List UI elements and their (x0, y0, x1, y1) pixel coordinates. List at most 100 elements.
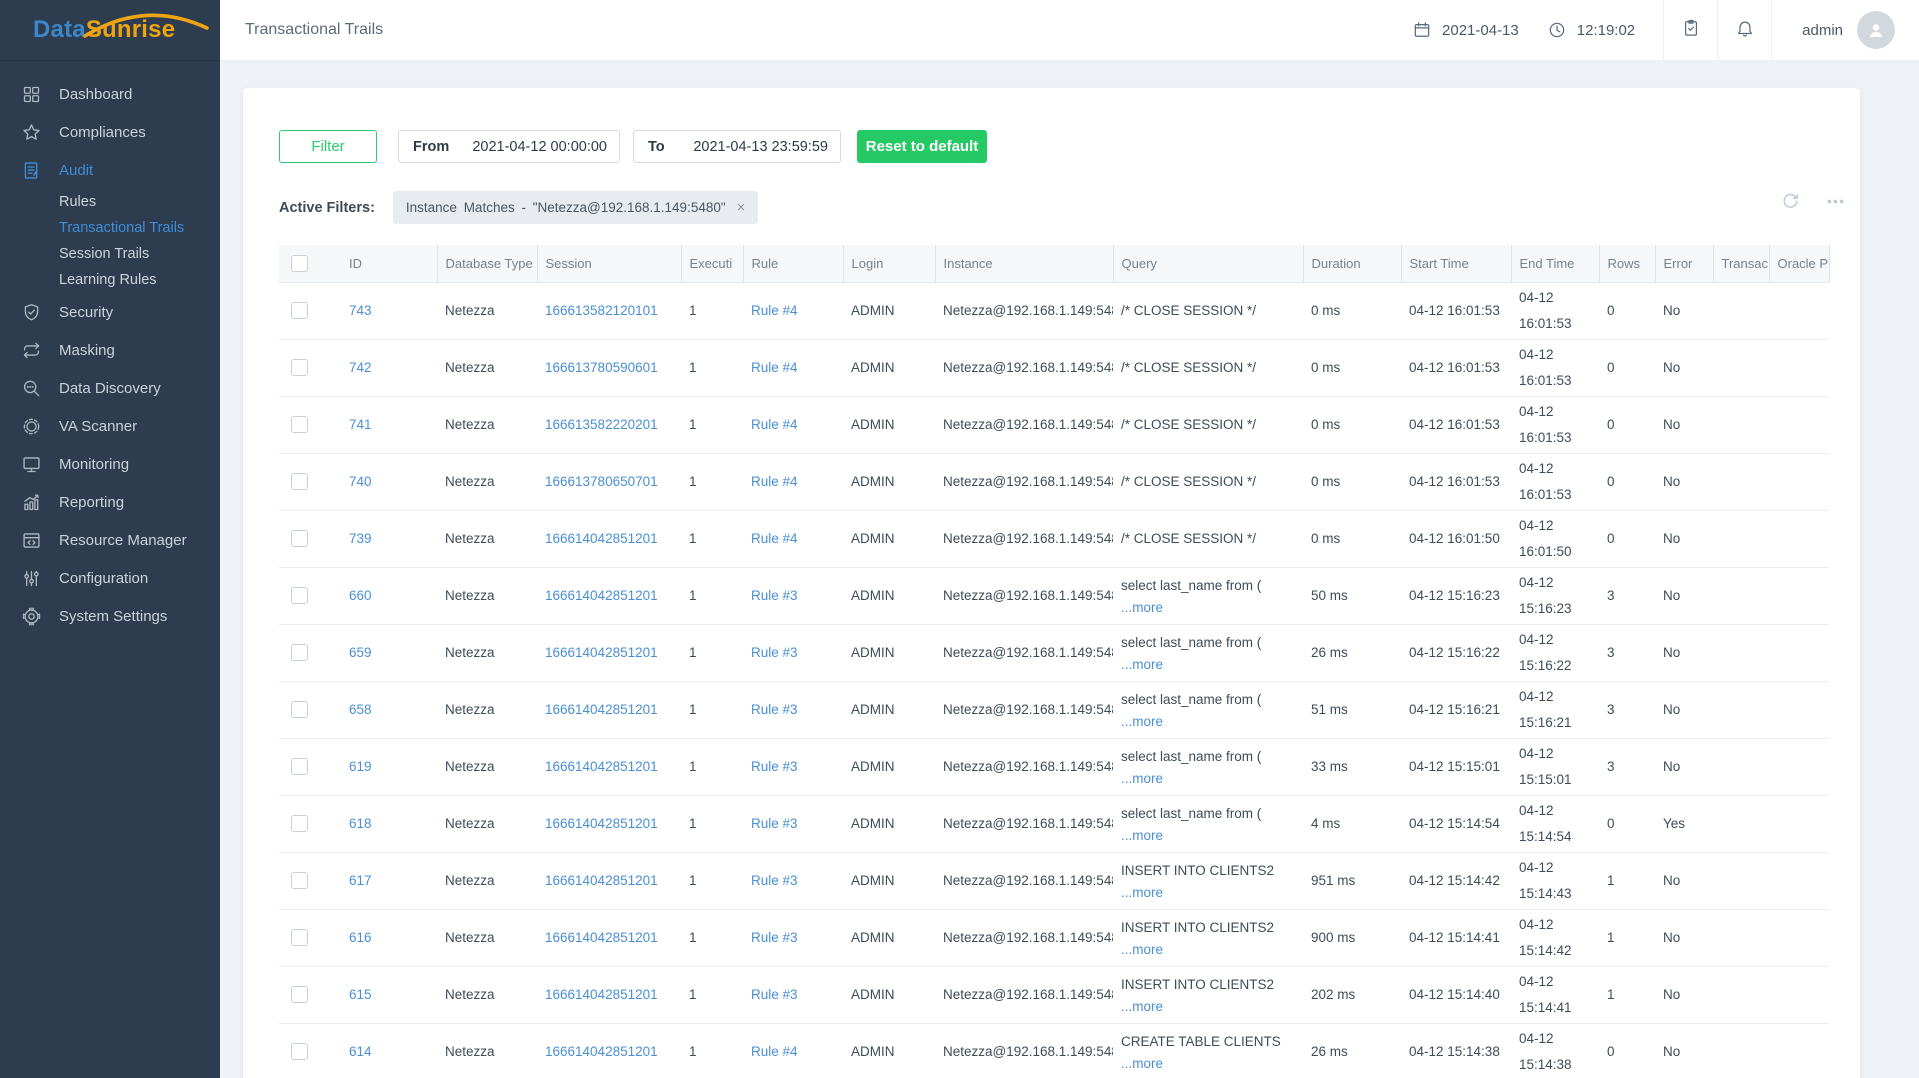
session-link[interactable]: 166613780590601 (545, 360, 658, 375)
column-header-database-type[interactable]: Database Type (436, 245, 537, 282)
session-link[interactable]: 166613582220201 (545, 417, 658, 432)
filter-button[interactable]: Filter (279, 130, 377, 163)
trail-id-link[interactable]: 659 (349, 645, 372, 660)
logo[interactable]: DataSunrise (0, 0, 220, 61)
query-more-link[interactable]: ...more (1121, 712, 1295, 732)
sidebar-item-masking[interactable]: Masking (0, 331, 220, 369)
session-link[interactable]: 166613582120101 (545, 303, 658, 318)
session-link[interactable]: 166614042851201 (545, 1044, 658, 1059)
user-menu[interactable]: admin (1771, 0, 1919, 61)
rule-link[interactable]: Rule #4 (751, 531, 798, 546)
query-more-link[interactable]: ...more (1121, 1054, 1295, 1074)
row-checkbox[interactable] (291, 815, 308, 832)
rule-link[interactable]: Rule #4 (751, 417, 798, 432)
column-header-login[interactable]: Login (842, 245, 935, 282)
session-link[interactable]: 166613780650701 (545, 474, 658, 489)
column-header-instance[interactable]: Instance (934, 245, 1113, 282)
query-more-link[interactable]: ...more (1121, 997, 1295, 1017)
select-all-checkbox[interactable] (291, 254, 308, 272)
column-header-error[interactable]: Error (1654, 245, 1713, 282)
from-date-input[interactable]: From 2021-04-12 00:00:00 (398, 130, 620, 163)
rule-link[interactable]: Rule #4 (751, 1044, 798, 1059)
column-header-transac[interactable]: Transac (1712, 245, 1769, 282)
session-link[interactable]: 166614042851201 (545, 702, 658, 717)
column-header-id[interactable]: ID (341, 245, 437, 282)
trail-id-link[interactable]: 617 (349, 873, 372, 888)
row-checkbox[interactable] (291, 929, 308, 946)
trail-id-link[interactable]: 619 (349, 759, 372, 774)
trail-id-link[interactable]: 739 (349, 531, 372, 546)
sidebar-item-va-scanner[interactable]: VA Scanner (0, 407, 220, 445)
trail-id-link[interactable]: 742 (349, 360, 372, 375)
sidebar-item-data-discovery[interactable]: Data Discovery (0, 369, 220, 407)
session-link[interactable]: 166614042851201 (545, 930, 658, 945)
trail-id-link[interactable]: 660 (349, 588, 372, 603)
sidebar-item-configuration[interactable]: Configuration (0, 559, 220, 597)
row-checkbox[interactable] (291, 758, 308, 775)
rule-link[interactable]: Rule #3 (751, 645, 798, 660)
sidebar-subitem-transactional-trails[interactable]: Transactional Trails (0, 215, 220, 241)
rule-link[interactable]: Rule #4 (751, 474, 798, 489)
session-link[interactable]: 166614042851201 (545, 873, 658, 888)
rule-link[interactable]: Rule #3 (751, 987, 798, 1002)
column-header-rule[interactable]: Rule (742, 245, 843, 282)
sidebar-item-security[interactable]: Security (0, 293, 220, 331)
row-checkbox[interactable] (291, 644, 308, 661)
session-link[interactable]: 166614042851201 (545, 987, 658, 1002)
column-header-executi[interactable]: Executi (680, 245, 743, 282)
rule-link[interactable]: Rule #3 (751, 930, 798, 945)
query-more-link[interactable]: ...more (1121, 655, 1295, 675)
query-more-link[interactable]: ...more (1121, 883, 1295, 903)
sidebar-subitem-learning-rules[interactable]: Learning Rules (0, 267, 220, 293)
sidebar-item-audit[interactable]: Audit (0, 151, 220, 189)
tasks-button[interactable] (1663, 0, 1717, 61)
column-header-rows[interactable]: Rows (1598, 245, 1655, 282)
reset-to-default-button[interactable]: Reset to default (857, 130, 987, 163)
row-checkbox[interactable] (291, 872, 308, 889)
rule-link[interactable]: Rule #3 (751, 702, 798, 717)
rule-link[interactable]: Rule #3 (751, 816, 798, 831)
query-more-link[interactable]: ...more (1121, 598, 1295, 618)
column-header-start-time[interactable]: Start Time (1400, 245, 1511, 282)
row-checkbox[interactable] (291, 302, 308, 319)
rule-link[interactable]: Rule #3 (751, 588, 798, 603)
refresh-icon[interactable] (1780, 191, 1801, 212)
column-header-oracle-p[interactable]: Oracle P (1768, 245, 1830, 282)
row-checkbox[interactable] (291, 986, 308, 1003)
rule-link[interactable]: Rule #4 (751, 360, 798, 375)
column-header-duration[interactable]: Duration (1302, 245, 1401, 282)
sidebar-item-reporting[interactable]: Reporting (0, 483, 220, 521)
row-checkbox[interactable] (291, 587, 308, 604)
row-checkbox[interactable] (291, 416, 308, 433)
row-checkbox[interactable] (291, 530, 308, 547)
to-date-input[interactable]: To 2021-04-13 23:59:59 (633, 130, 841, 163)
row-checkbox[interactable] (291, 1043, 308, 1060)
trail-id-link[interactable]: 618 (349, 816, 372, 831)
query-more-link[interactable]: ...more (1121, 940, 1295, 960)
sidebar-subitem-rules[interactable]: Rules (0, 189, 220, 215)
session-link[interactable]: 166614042851201 (545, 816, 658, 831)
session-link[interactable]: 166614042851201 (545, 645, 658, 660)
sidebar-item-system-settings[interactable]: System Settings (0, 597, 220, 635)
rule-link[interactable]: Rule #3 (751, 873, 798, 888)
trail-id-link[interactable]: 740 (349, 474, 372, 489)
rule-link[interactable]: Rule #3 (751, 759, 798, 774)
session-link[interactable]: 166614042851201 (545, 531, 658, 546)
query-more-link[interactable]: ...more (1121, 769, 1295, 789)
sidebar-item-dashboard[interactable]: Dashboard (0, 75, 220, 113)
sidebar-item-compliances[interactable]: Compliances (0, 113, 220, 151)
query-more-link[interactable]: ...more (1121, 826, 1295, 846)
session-link[interactable]: 166614042851201 (545, 588, 658, 603)
remove-filter-icon[interactable]: × (737, 199, 746, 216)
more-options-icon[interactable] (1825, 191, 1846, 212)
trail-id-link[interactable]: 741 (349, 417, 372, 432)
session-link[interactable]: 166614042851201 (545, 759, 658, 774)
notifications-button[interactable] (1717, 0, 1771, 61)
rule-link[interactable]: Rule #4 (751, 303, 798, 318)
sidebar-subitem-session-trails[interactable]: Session Trails (0, 241, 220, 267)
trail-id-link[interactable]: 616 (349, 930, 372, 945)
column-header-session[interactable]: Session (536, 245, 681, 282)
trail-id-link[interactable]: 658 (349, 702, 372, 717)
trail-id-link[interactable]: 743 (349, 303, 372, 318)
sidebar-item-monitoring[interactable]: Monitoring (0, 445, 220, 483)
